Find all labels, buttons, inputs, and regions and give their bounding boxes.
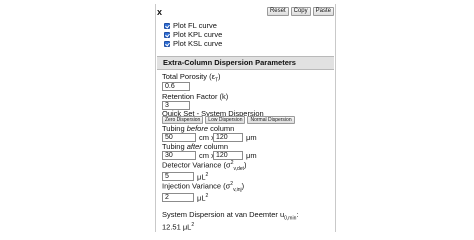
- tubing-before-length-input[interactable]: 50: [162, 133, 196, 142]
- plot-ksl-row[interactable]: Plot KSL curve: [164, 39, 222, 48]
- plot-fl-row[interactable]: Plot FL curve: [164, 21, 222, 30]
- tubing-after-unit: μm: [246, 151, 257, 160]
- reset-button[interactable]: Reset: [266, 7, 289, 16]
- plot-fl-label: Plot FL curve: [173, 21, 217, 30]
- copy-button[interactable]: Copy: [290, 7, 311, 16]
- plot-kpl-row[interactable]: Plot KPL curve: [164, 30, 222, 39]
- injection-variance-label: Injection Variance (σ2v,inj): [162, 181, 245, 193]
- detector-variance-input[interactable]: 5: [162, 172, 194, 181]
- retention-label: Retention Factor (k): [162, 92, 229, 101]
- section-header: Extra-Column Dispersion Parameters: [157, 56, 334, 70]
- plot-kpl-label: Plot KPL curve: [173, 30, 223, 39]
- system-dispersion-value: 12.51 μL2: [162, 222, 195, 232]
- plot-ksl-label: Plot KSL curve: [173, 39, 223, 48]
- tubing-before-unit: μm: [246, 133, 257, 142]
- plot-fl-checkbox[interactable]: [164, 22, 170, 29]
- plot-kpl-checkbox[interactable]: [164, 31, 170, 38]
- low-dispersion-button[interactable]: Low Dispersion: [205, 116, 246, 124]
- dispersion-panel: x Reset Copy Paste Plot FL curve Plot KP…: [155, 4, 336, 232]
- close-icon[interactable]: x: [157, 7, 162, 17]
- tubing-before-label: Tubing before column: [162, 124, 235, 133]
- zero-dispersion-button[interactable]: Zero Dispersion: [162, 116, 204, 124]
- plot-ksl-checkbox[interactable]: [164, 40, 170, 47]
- top-buttons: Reset Copy Paste: [266, 7, 334, 16]
- porosity-input[interactable]: 0.6: [162, 82, 190, 91]
- quick-set-buttons: Zero Dispersion Low Dispersion Normal Di…: [162, 116, 295, 124]
- paste-button[interactable]: Paste: [312, 7, 334, 16]
- plot-checkboxes: Plot FL curve Plot KPL curve Plot KSL cu…: [164, 21, 222, 48]
- injection-variance-input[interactable]: 2: [162, 193, 194, 202]
- tubing-after-label: Tubing after column: [162, 142, 229, 151]
- tubing-before-diameter-input[interactable]: 120: [213, 133, 243, 142]
- normal-dispersion-button[interactable]: Normal Dispersion: [247, 116, 295, 124]
- system-dispersion-label: System Dispersion at van Deemter u0,min:: [162, 210, 299, 222]
- detector-variance-label: Detector Variance (σ2v,det): [162, 160, 247, 172]
- injection-variance-unit: μL2: [197, 193, 209, 203]
- tubing-after-length-input[interactable]: 30: [162, 151, 196, 160]
- tubing-after-diameter-input[interactable]: 120: [213, 151, 243, 160]
